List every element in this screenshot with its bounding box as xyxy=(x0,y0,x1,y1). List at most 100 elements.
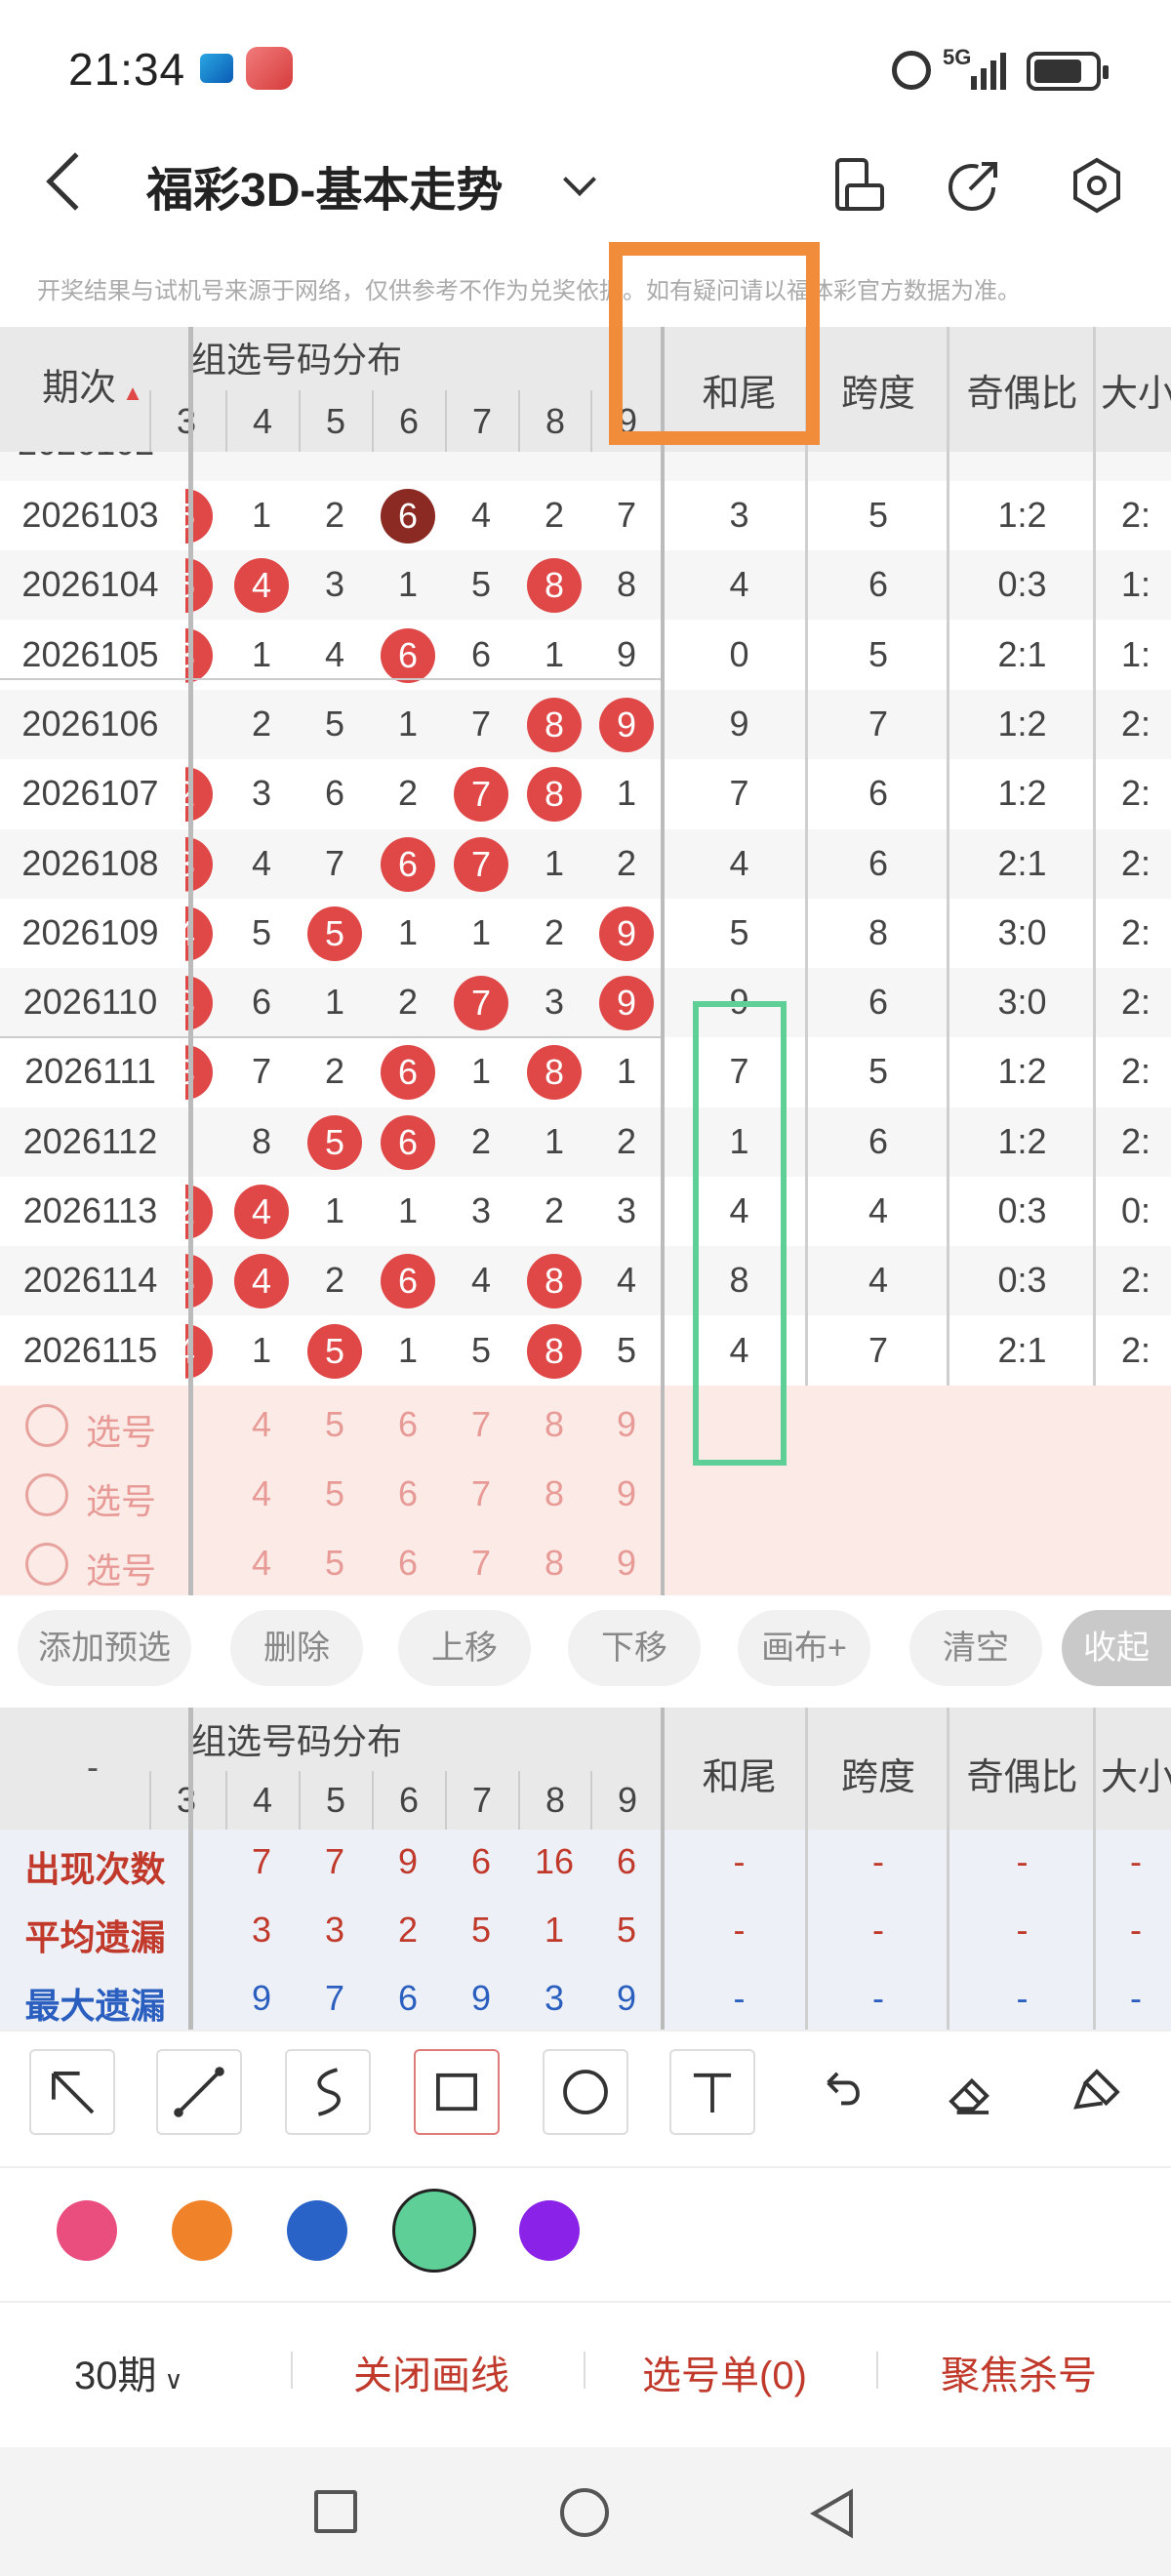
network-label: 5G xyxy=(943,45,972,69)
color-swatch[interactable] xyxy=(172,2200,232,2261)
undo-icon[interactable] xyxy=(798,2049,884,2135)
delete-button[interactable]: 删除 xyxy=(230,1610,363,1686)
pick-digit[interactable]: 6 xyxy=(372,1404,444,1445)
digit-cell: 4 xyxy=(616,1260,637,1301)
digit-cell: 1 xyxy=(251,633,272,674)
color-swatch[interactable] xyxy=(519,2200,580,2261)
move-down-button[interactable]: 下移 xyxy=(568,1610,701,1686)
clear-button[interactable]: 清空 xyxy=(909,1610,1042,1686)
stats-value: 9 xyxy=(616,1978,637,2018)
digit-cell: 4 xyxy=(251,842,272,883)
stats-digit-header: 7 xyxy=(445,1771,517,1830)
rectangle-tool-icon[interactable] xyxy=(414,2049,500,2135)
curve-tool-icon[interactable] xyxy=(285,2049,371,2135)
pick-digit[interactable]: 6 xyxy=(372,1543,444,1584)
row-divider xyxy=(0,1036,661,1038)
digit-cell: 1 xyxy=(397,1190,419,1230)
color-swatch[interactable] xyxy=(57,2200,117,2261)
hit-ball: 4 xyxy=(234,1254,289,1309)
hw-cell: 7 xyxy=(729,773,749,814)
recents-icon[interactable] xyxy=(314,2490,357,2533)
dx-cell: 0: xyxy=(1120,1190,1151,1230)
pick-digit[interactable]: 4 xyxy=(225,1543,298,1584)
back-icon[interactable] xyxy=(808,2486,857,2541)
pick-label[interactable]: 选号 xyxy=(86,1473,156,1524)
digit-cell: 1 xyxy=(397,1329,419,1370)
hit-ball: 6 xyxy=(381,1254,435,1309)
eraser-icon[interactable] xyxy=(927,2049,1013,2135)
pick-digit[interactable]: 9 xyxy=(590,1404,663,1445)
stats-col-kuadu: 跨度 xyxy=(840,1757,915,1798)
dx-cell: 2: xyxy=(1120,982,1151,1023)
digit-cell: 5 xyxy=(470,564,492,605)
radio-circle-icon[interactable] xyxy=(25,1543,68,1586)
pick-digit[interactable]: 9 xyxy=(590,1473,663,1514)
stats-col-jiou: 奇偶比 xyxy=(966,1757,1078,1798)
home-icon[interactable] xyxy=(560,2488,609,2537)
hit-ball: 9 xyxy=(599,697,654,752)
stats-value: 6 xyxy=(397,1978,419,2018)
pick-digit[interactable]: 9 xyxy=(590,1543,663,1584)
kd-cell: 6 xyxy=(868,982,889,1023)
pick-digit[interactable]: 4 xyxy=(225,1473,298,1514)
add-preselect-button[interactable]: 添加预选 xyxy=(18,1610,191,1686)
digit-cell: 7 xyxy=(324,842,345,883)
stats-value: 16 xyxy=(534,1841,575,1881)
digit-cell: 3 xyxy=(616,1190,637,1230)
stats-dash: - xyxy=(872,1910,884,1950)
arrow-tool-icon[interactable] xyxy=(29,2049,115,2135)
hit-ball: 9 xyxy=(599,906,654,961)
page-title[interactable]: 福彩3D-基本走势 xyxy=(146,151,503,220)
line-tool-icon[interactable] xyxy=(156,2049,242,2135)
digit-cell: 7 xyxy=(470,703,492,744)
stats-dash: - xyxy=(1016,1978,1029,2018)
period-selector[interactable]: 30期 ∨ xyxy=(74,2344,183,2400)
stats-dash: - xyxy=(1130,1978,1142,2018)
digit-cell: 3 xyxy=(470,1190,492,1230)
pick-digit[interactable]: 8 xyxy=(518,1404,590,1445)
pick-digit[interactable]: 5 xyxy=(299,1404,371,1445)
signal-icon xyxy=(971,49,1006,90)
digit-cell: 1 xyxy=(397,564,419,605)
close-drawing-button[interactable]: 关闭画线 xyxy=(353,2344,509,2400)
digit-cell: 1 xyxy=(616,1051,637,1092)
digit-cell: 2 xyxy=(616,1120,637,1161)
pick-digit[interactable]: 6 xyxy=(372,1473,444,1514)
share-icon[interactable] xyxy=(945,156,1003,215)
hit-ball: 8 xyxy=(527,1323,582,1379)
annotation-rectangle-green[interactable] xyxy=(693,1001,787,1466)
pick-digit[interactable]: 4 xyxy=(225,1404,298,1445)
hit-ball: 5 xyxy=(307,906,362,961)
jo-cell: 2:1 xyxy=(997,842,1047,883)
circle-tool-icon[interactable] xyxy=(543,2049,628,2135)
color-swatch[interactable] xyxy=(287,2200,347,2261)
brush-icon[interactable] xyxy=(1054,2049,1140,2135)
text-tool-icon[interactable] xyxy=(669,2049,755,2135)
stats-value: 6 xyxy=(616,1841,637,1881)
pick-label[interactable]: 选号 xyxy=(86,1543,156,1593)
pick-label[interactable]: 选号 xyxy=(86,1404,156,1455)
jo-cell: 1:2 xyxy=(997,773,1047,814)
settings-icon[interactable] xyxy=(1068,156,1126,215)
pick-digit[interactable]: 5 xyxy=(299,1543,371,1584)
rotate-screen-icon[interactable] xyxy=(829,156,888,215)
pick-digit[interactable]: 7 xyxy=(445,1404,517,1445)
pick-digit[interactable]: 7 xyxy=(445,1473,517,1514)
stats-dash: - xyxy=(872,1841,884,1881)
annotation-rectangle-orange[interactable] xyxy=(609,242,820,445)
radio-circle-icon[interactable] xyxy=(25,1473,68,1516)
pick-digit[interactable]: 8 xyxy=(518,1543,590,1584)
radio-circle-icon[interactable] xyxy=(25,1404,68,1447)
pick-digit[interactable]: 5 xyxy=(299,1473,371,1514)
hw-cell: 0 xyxy=(729,633,749,674)
canvas-plus-button[interactable]: 画布+ xyxy=(738,1610,870,1686)
color-swatch[interactable] xyxy=(392,2189,476,2273)
pick-digit[interactable]: 7 xyxy=(445,1543,517,1584)
collapse-button[interactable]: 收起 xyxy=(1062,1610,1171,1686)
digit-cell: 1 xyxy=(616,773,637,814)
move-up-button[interactable]: 上移 xyxy=(398,1610,531,1686)
pick-digit[interactable]: 8 xyxy=(518,1473,590,1514)
digit-cell: 1 xyxy=(397,703,419,744)
focus-kill-button[interactable]: 聚焦杀号 xyxy=(941,2344,1097,2400)
pick-list-button[interactable]: 选号单(0) xyxy=(642,2344,807,2400)
